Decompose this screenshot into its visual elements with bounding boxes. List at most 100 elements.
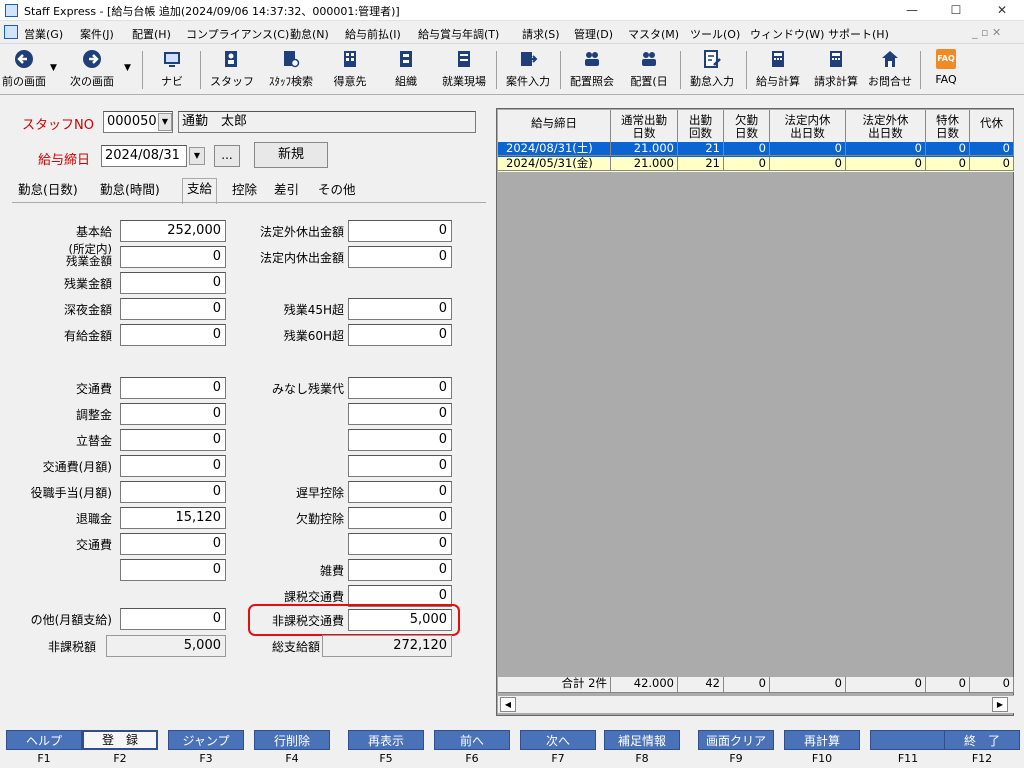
chevron-down-icon[interactable]: ▼ bbox=[189, 147, 205, 165]
grid-header[interactable]: 法定内休 出日数 bbox=[770, 110, 846, 146]
other-monthly-input[interactable]: 0 bbox=[120, 608, 226, 630]
retirement-pay-input[interactable]: 15,120 bbox=[120, 507, 226, 529]
overtime-60h-input[interactable]: 0 bbox=[348, 324, 452, 346]
assign-query-button[interactable]: 配置照会 bbox=[564, 47, 620, 93]
jump-button[interactable]: ジャンプ bbox=[168, 730, 244, 750]
scroll-left-icon[interactable]: ◀ bbox=[500, 697, 516, 712]
night-pay-input[interactable]: 0 bbox=[120, 298, 226, 320]
scheduled-overtime-input[interactable]: 0 bbox=[120, 246, 226, 268]
grid-header[interactable]: 欠勤 日数 bbox=[724, 110, 770, 146]
clear-screen-button[interactable]: 画面クリア bbox=[698, 730, 774, 750]
help-button[interactable]: ヘルプ bbox=[6, 730, 82, 750]
previous-button[interactable]: 前へ bbox=[434, 730, 510, 750]
menu-tools[interactable]: ツール(O) bbox=[690, 26, 740, 42]
date-picker-button[interactable]: ... bbox=[214, 145, 240, 167]
faq-button[interactable]: FAQ FAQ bbox=[926, 47, 966, 93]
close-button[interactable]: ✕ bbox=[982, 0, 1022, 21]
table-row[interactable]: 2024/05/31(金) 21.000 21 0 0 0 0 0 bbox=[498, 157, 1014, 172]
pay-calc-button[interactable]: 給与計算 bbox=[750, 47, 806, 93]
supplement-button[interactable]: 補足情報 bbox=[604, 730, 680, 750]
blank-right-input[interactable]: 0 bbox=[348, 403, 452, 425]
bill-calc-button[interactable]: 請求計算 bbox=[808, 47, 864, 93]
menu-case[interactable]: 案件(J) bbox=[80, 26, 114, 42]
grid-header[interactable]: 特休 日数 bbox=[926, 110, 970, 146]
blank-right-input[interactable]: 0 bbox=[348, 455, 452, 477]
navi-button[interactable]: ナビ bbox=[152, 47, 192, 93]
late-early-deduction-input[interactable]: 0 bbox=[348, 481, 452, 503]
menu-assign[interactable]: 配置(H) bbox=[132, 26, 171, 42]
next-button[interactable]: 次へ bbox=[520, 730, 596, 750]
menu-billing[interactable]: 請求(S) bbox=[522, 26, 560, 42]
delete-row-button[interactable]: 行削除 bbox=[254, 730, 330, 750]
tab-payment[interactable]: 支給 bbox=[182, 178, 218, 204]
menu-payroll[interactable]: 給与賞与年調(T) bbox=[418, 26, 499, 42]
register-button[interactable]: 登 録 bbox=[82, 730, 158, 750]
monthly-transport-input[interactable]: 0 bbox=[120, 455, 226, 477]
prev-dropdown-icon[interactable]: ▼ bbox=[50, 63, 57, 73]
absence-deduction-input[interactable]: 0 bbox=[348, 507, 452, 529]
reimbursement-input[interactable]: 0 bbox=[120, 429, 226, 451]
table-row[interactable]: 2024/08/31(土) 21.000 21 0 0 0 0 0 bbox=[498, 142, 1014, 157]
refresh-button[interactable]: 再表示 bbox=[348, 730, 424, 750]
blank-left-input[interactable]: 0 bbox=[120, 559, 226, 581]
menu-support[interactable]: サポート(H) bbox=[828, 26, 889, 42]
transport-2-input[interactable]: 0 bbox=[120, 533, 226, 555]
scroll-right-icon[interactable]: ▶ bbox=[992, 697, 1008, 712]
position-allowance-input[interactable]: 0 bbox=[120, 481, 226, 503]
tab-attendance-days[interactable]: 勤怠(日数) bbox=[14, 180, 82, 202]
grid-header[interactable]: 法定外休 出日数 bbox=[846, 110, 926, 146]
new-button[interactable]: 新規 bbox=[254, 142, 328, 168]
exit-button[interactable]: 終 了 bbox=[944, 730, 1020, 750]
chevron-down-icon[interactable]: ▼ bbox=[158, 113, 172, 131]
maximize-button[interactable]: ☐ bbox=[936, 0, 976, 21]
grid-header[interactable]: 通常出勤 日数 bbox=[611, 110, 678, 146]
recalc-button[interactable]: 再計算 bbox=[784, 730, 860, 750]
staff-button[interactable]: スタッフ bbox=[206, 47, 258, 93]
next-screen-button[interactable]: 次の画面 bbox=[66, 47, 118, 93]
blank-right-input[interactable]: 0 bbox=[348, 533, 452, 555]
pay-date-select[interactable]: 2024/08/31 bbox=[101, 145, 187, 167]
grid-header[interactable]: 給与締日 bbox=[498, 110, 611, 146]
tab-deduction[interactable]: 控除 bbox=[228, 180, 261, 202]
statutory-ext-holiday-input[interactable]: 0 bbox=[348, 220, 452, 242]
menu-master[interactable]: マスタ(M) bbox=[628, 26, 679, 42]
basic-pay-input[interactable]: 252,000 bbox=[120, 220, 226, 242]
attendance-input-button[interactable]: 勤怠入力 bbox=[684, 47, 740, 93]
menu-attendance[interactable]: 勤怠(N) bbox=[290, 26, 329, 42]
tab-other[interactable]: その他 bbox=[314, 180, 360, 202]
menu-sales[interactable]: 営業(G) bbox=[24, 26, 63, 42]
menu-advance-pay[interactable]: 給与前払(I) bbox=[345, 26, 401, 42]
inquiry-button[interactable]: お問合せ bbox=[864, 47, 916, 93]
grid-header[interactable]: 代休 bbox=[970, 110, 1014, 146]
menu-admin[interactable]: 管理(D) bbox=[574, 26, 613, 42]
tab-balance[interactable]: 差引 bbox=[270, 180, 303, 202]
statutory-holiday-input[interactable]: 0 bbox=[348, 246, 452, 268]
paid-leave-input[interactable]: 0 bbox=[120, 324, 226, 346]
mdi-controls[interactable]: _ ▫ ✕ bbox=[972, 26, 1001, 39]
org-button[interactable]: 組織 bbox=[384, 47, 428, 93]
nontaxable-transport-input[interactable]: 5,000 bbox=[348, 609, 452, 631]
misc-expense-input[interactable]: 0 bbox=[348, 559, 452, 581]
next-dropdown-icon[interactable]: ▼ bbox=[124, 63, 131, 73]
horizontal-scrollbar[interactable]: ◀ ▶ bbox=[498, 695, 1014, 713]
menu-compliance[interactable]: コンプライアンス(C) bbox=[186, 26, 289, 42]
adjustment-input[interactable]: 0 bbox=[120, 403, 226, 425]
customer-button[interactable]: 得意先 bbox=[326, 47, 374, 93]
site-button[interactable]: 就業現場 bbox=[436, 47, 492, 93]
prev-screen-button[interactable]: 前の画面 bbox=[0, 47, 48, 93]
overtime-input[interactable]: 0 bbox=[120, 272, 226, 294]
staff-search-button[interactable]: ｽﾀｯﾌ検索 bbox=[262, 47, 320, 93]
assign-day-button[interactable]: 配置(日 bbox=[624, 47, 674, 93]
overtime-45h-input[interactable]: 0 bbox=[348, 298, 452, 320]
mdi-icon[interactable] bbox=[4, 25, 18, 39]
tab-attendance-hours[interactable]: 勤怠(時間) bbox=[96, 180, 164, 202]
field-label: 調整金 bbox=[75, 408, 112, 422]
blank-right-input[interactable]: 0 bbox=[348, 429, 452, 451]
case-input-button[interactable]: 案件入力 bbox=[500, 47, 556, 93]
f11-button[interactable] bbox=[870, 730, 946, 750]
deemed-overtime-input[interactable]: 0 bbox=[348, 377, 452, 399]
minimize-button[interactable]: — bbox=[892, 0, 932, 21]
menu-window[interactable]: ウィンドウ(W) bbox=[750, 26, 824, 42]
transport-input[interactable]: 0 bbox=[120, 377, 226, 399]
grid-header[interactable]: 出勤 回数 bbox=[678, 110, 724, 146]
